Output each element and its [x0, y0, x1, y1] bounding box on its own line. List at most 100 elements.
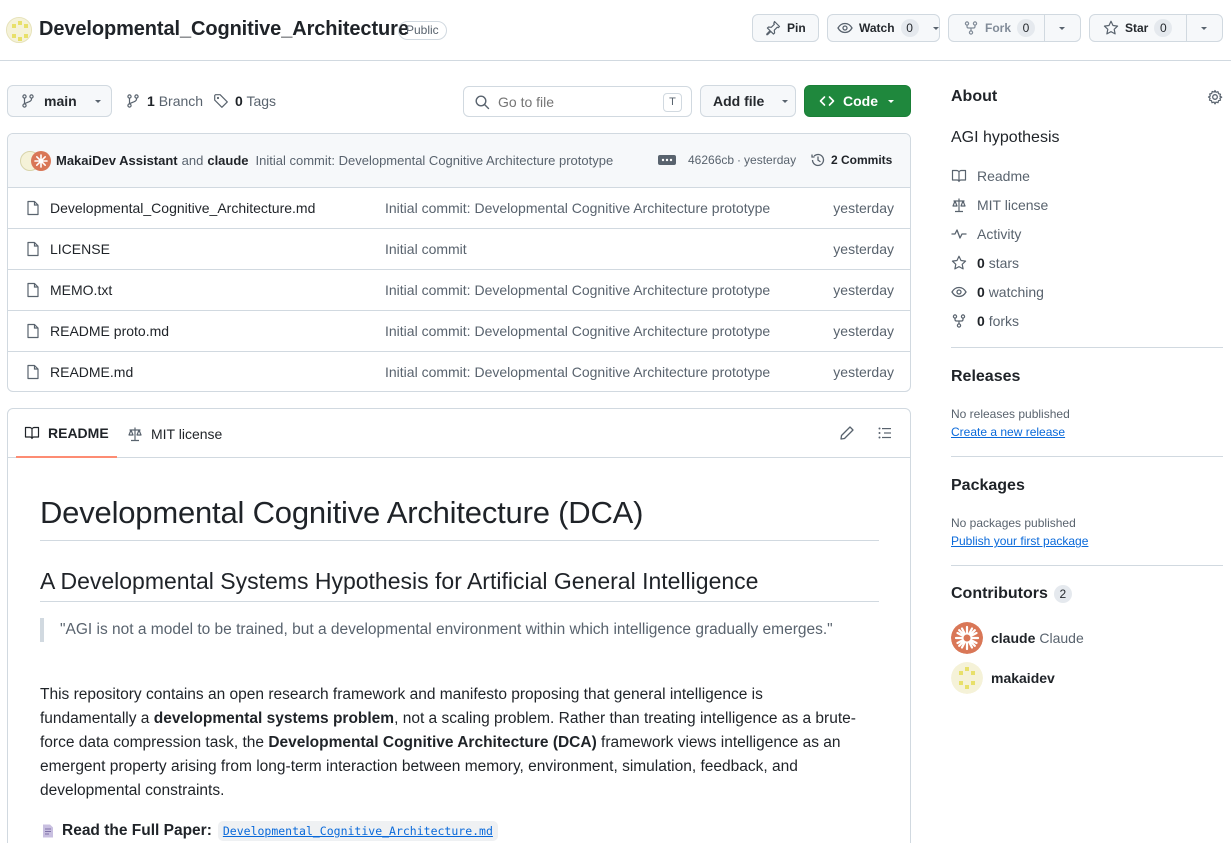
- fork-button[interactable]: Fork 0: [948, 14, 1081, 42]
- pin-icon: [765, 20, 781, 36]
- triangle-down-icon: [780, 96, 790, 106]
- repo-name[interactable]: Developmental_Cognitive_Architecture: [39, 18, 409, 41]
- table-row[interactable]: LICENSE Initial commit yesterday: [8, 229, 910, 270]
- branches-link[interactable]: 1 Branch: [125, 93, 203, 109]
- star-icon: [1103, 20, 1119, 36]
- contributor-login: claude: [991, 630, 1036, 646]
- create-release-link[interactable]: Create a new release: [951, 425, 1065, 439]
- commit-author-1[interactable]: MakaiDev Assistant: [56, 153, 178, 168]
- triangle-down-icon: [1199, 23, 1209, 33]
- file-name[interactable]: README proto.md: [50, 323, 169, 339]
- outline-list-icon[interactable]: [877, 425, 893, 441]
- forks-count: 0: [977, 313, 985, 329]
- file-commit-message[interactable]: Initial commit: Developmental Cognitive …: [385, 282, 778, 298]
- star-count: 0: [1154, 19, 1173, 37]
- commit-message[interactable]: Initial commit: Developmental Cognitive …: [256, 153, 638, 168]
- contributor-item[interactable]: claude Claude: [951, 622, 1084, 654]
- table-row[interactable]: MEMO.txt Initial commit: Developmental C…: [8, 270, 910, 311]
- commits-label: 2 Commits: [831, 153, 893, 167]
- gear-icon[interactable]: [1207, 89, 1223, 105]
- about-heading: About: [951, 88, 998, 105]
- pencil-icon[interactable]: [839, 425, 855, 441]
- watch-button[interactable]: Watch 0: [827, 14, 940, 42]
- file-commit-time: yesterday: [833, 323, 894, 339]
- commit-hash[interactable]: 46266cb: [688, 153, 734, 167]
- table-row[interactable]: README.md Initial commit: Developmental …: [8, 352, 910, 391]
- stars-link[interactable]: 0 stars: [951, 255, 1019, 271]
- stars-label: stars: [988, 255, 1020, 271]
- releases-heading[interactable]: Releases: [951, 368, 1020, 386]
- owner-avatar[interactable]: [6, 17, 32, 43]
- triangle-down-icon: [931, 23, 941, 33]
- stars-count: 0: [977, 255, 985, 271]
- watching-link[interactable]: 0 watching: [951, 284, 1044, 300]
- tab-readme[interactable]: README: [16, 409, 117, 458]
- code-label: Code: [843, 93, 878, 109]
- triangle-down-icon: [93, 96, 103, 106]
- pulse-icon: [951, 226, 967, 242]
- table-row[interactable]: Developmental_Cognitive_Architecture.md …: [8, 188, 910, 229]
- star-dropdown[interactable]: [1187, 15, 1221, 41]
- tags-link[interactable]: 0 Tags: [213, 93, 276, 109]
- file-commit-time: yesterday: [833, 200, 894, 216]
- activity-link[interactable]: Activity: [951, 226, 1021, 242]
- contributor-item[interactable]: makaidev: [951, 662, 1055, 694]
- contributors-header[interactable]: Contributors 2: [951, 585, 1072, 603]
- watch-dropdown[interactable]: [925, 15, 947, 41]
- star-icon: [951, 255, 967, 271]
- commits-link[interactable]: 2 Commits: [810, 152, 892, 168]
- book-icon: [951, 168, 967, 184]
- branch-name: main: [44, 93, 77, 109]
- branch-label: Branch: [158, 93, 204, 109]
- commit-author-2[interactable]: claude: [207, 153, 248, 168]
- tab-license-label: MIT license: [151, 425, 223, 442]
- file-name[interactable]: LICENSE: [50, 241, 110, 257]
- eye-icon: [951, 284, 967, 300]
- forks-link[interactable]: 0 forks: [951, 313, 1019, 329]
- publish-package-link[interactable]: Publish your first package: [951, 534, 1088, 548]
- divider: [40, 601, 879, 602]
- file-name[interactable]: Developmental_Cognitive_Architecture.md: [50, 200, 315, 216]
- avatar: [951, 662, 983, 694]
- latest-commit-bar: MakaiDev Assistant and claude Initial co…: [8, 134, 910, 188]
- packages-heading[interactable]: Packages: [951, 477, 1025, 495]
- tab-license[interactable]: MIT license: [127, 409, 222, 458]
- readme-title: Developmental Cognitive Architecture (DC…: [40, 495, 644, 530]
- divider: [951, 347, 1223, 348]
- add-file-button[interactable]: Add file: [700, 85, 796, 117]
- go-to-file-search[interactable]: T: [463, 86, 692, 117]
- file-commit-message[interactable]: Initial commit: Developmental Cognitive …: [385, 364, 778, 380]
- file-commit-message[interactable]: Initial commit: [385, 241, 778, 257]
- file-commit-time: yesterday: [833, 364, 894, 380]
- fork-dropdown[interactable]: [1045, 15, 1079, 41]
- file-commit-message[interactable]: Initial commit: Developmental Cognitive …: [385, 323, 778, 339]
- contributors-count: 2: [1053, 585, 1072, 603]
- file-icon: [25, 241, 41, 257]
- file-icon: [25, 323, 41, 339]
- contributor-fullname: Claude: [1039, 630, 1084, 646]
- ellipsis-icon[interactable]: [658, 153, 676, 167]
- file-name[interactable]: README.md: [50, 364, 133, 380]
- commit-and: and: [181, 153, 204, 168]
- branch-selector[interactable]: main: [7, 85, 112, 117]
- contributor-login: makaidev: [991, 670, 1055, 686]
- pin-button[interactable]: Pin: [752, 14, 819, 42]
- fork-icon: [951, 313, 967, 329]
- fork-count: 0: [1017, 19, 1036, 37]
- star-button[interactable]: Star 0: [1089, 14, 1223, 42]
- file-name[interactable]: MEMO.txt: [50, 282, 112, 298]
- readme-panel: README MIT license Developmental Cogniti…: [7, 408, 911, 843]
- file-commit-message[interactable]: Initial commit: Developmental Cognitive …: [385, 200, 778, 216]
- watch-label: Watch: [859, 21, 895, 35]
- search-input[interactable]: [498, 93, 648, 110]
- readme-link[interactable]: Readme: [951, 168, 1030, 184]
- license-link[interactable]: MIT license: [951, 197, 1048, 213]
- table-row[interactable]: README proto.md Initial commit: Developm…: [8, 311, 910, 352]
- packages-empty: No packages published: [951, 516, 1076, 530]
- author-avatars[interactable]: [20, 150, 51, 171]
- intro-paragraph: This repository contains an open researc…: [40, 683, 860, 803]
- divider: [951, 565, 1223, 566]
- paper-link[interactable]: Developmental_Cognitive_Architecture.md: [217, 821, 498, 841]
- code-button[interactable]: Code: [804, 85, 911, 117]
- readme-subtitle: A Developmental Systems Hypothesis for A…: [40, 568, 759, 594]
